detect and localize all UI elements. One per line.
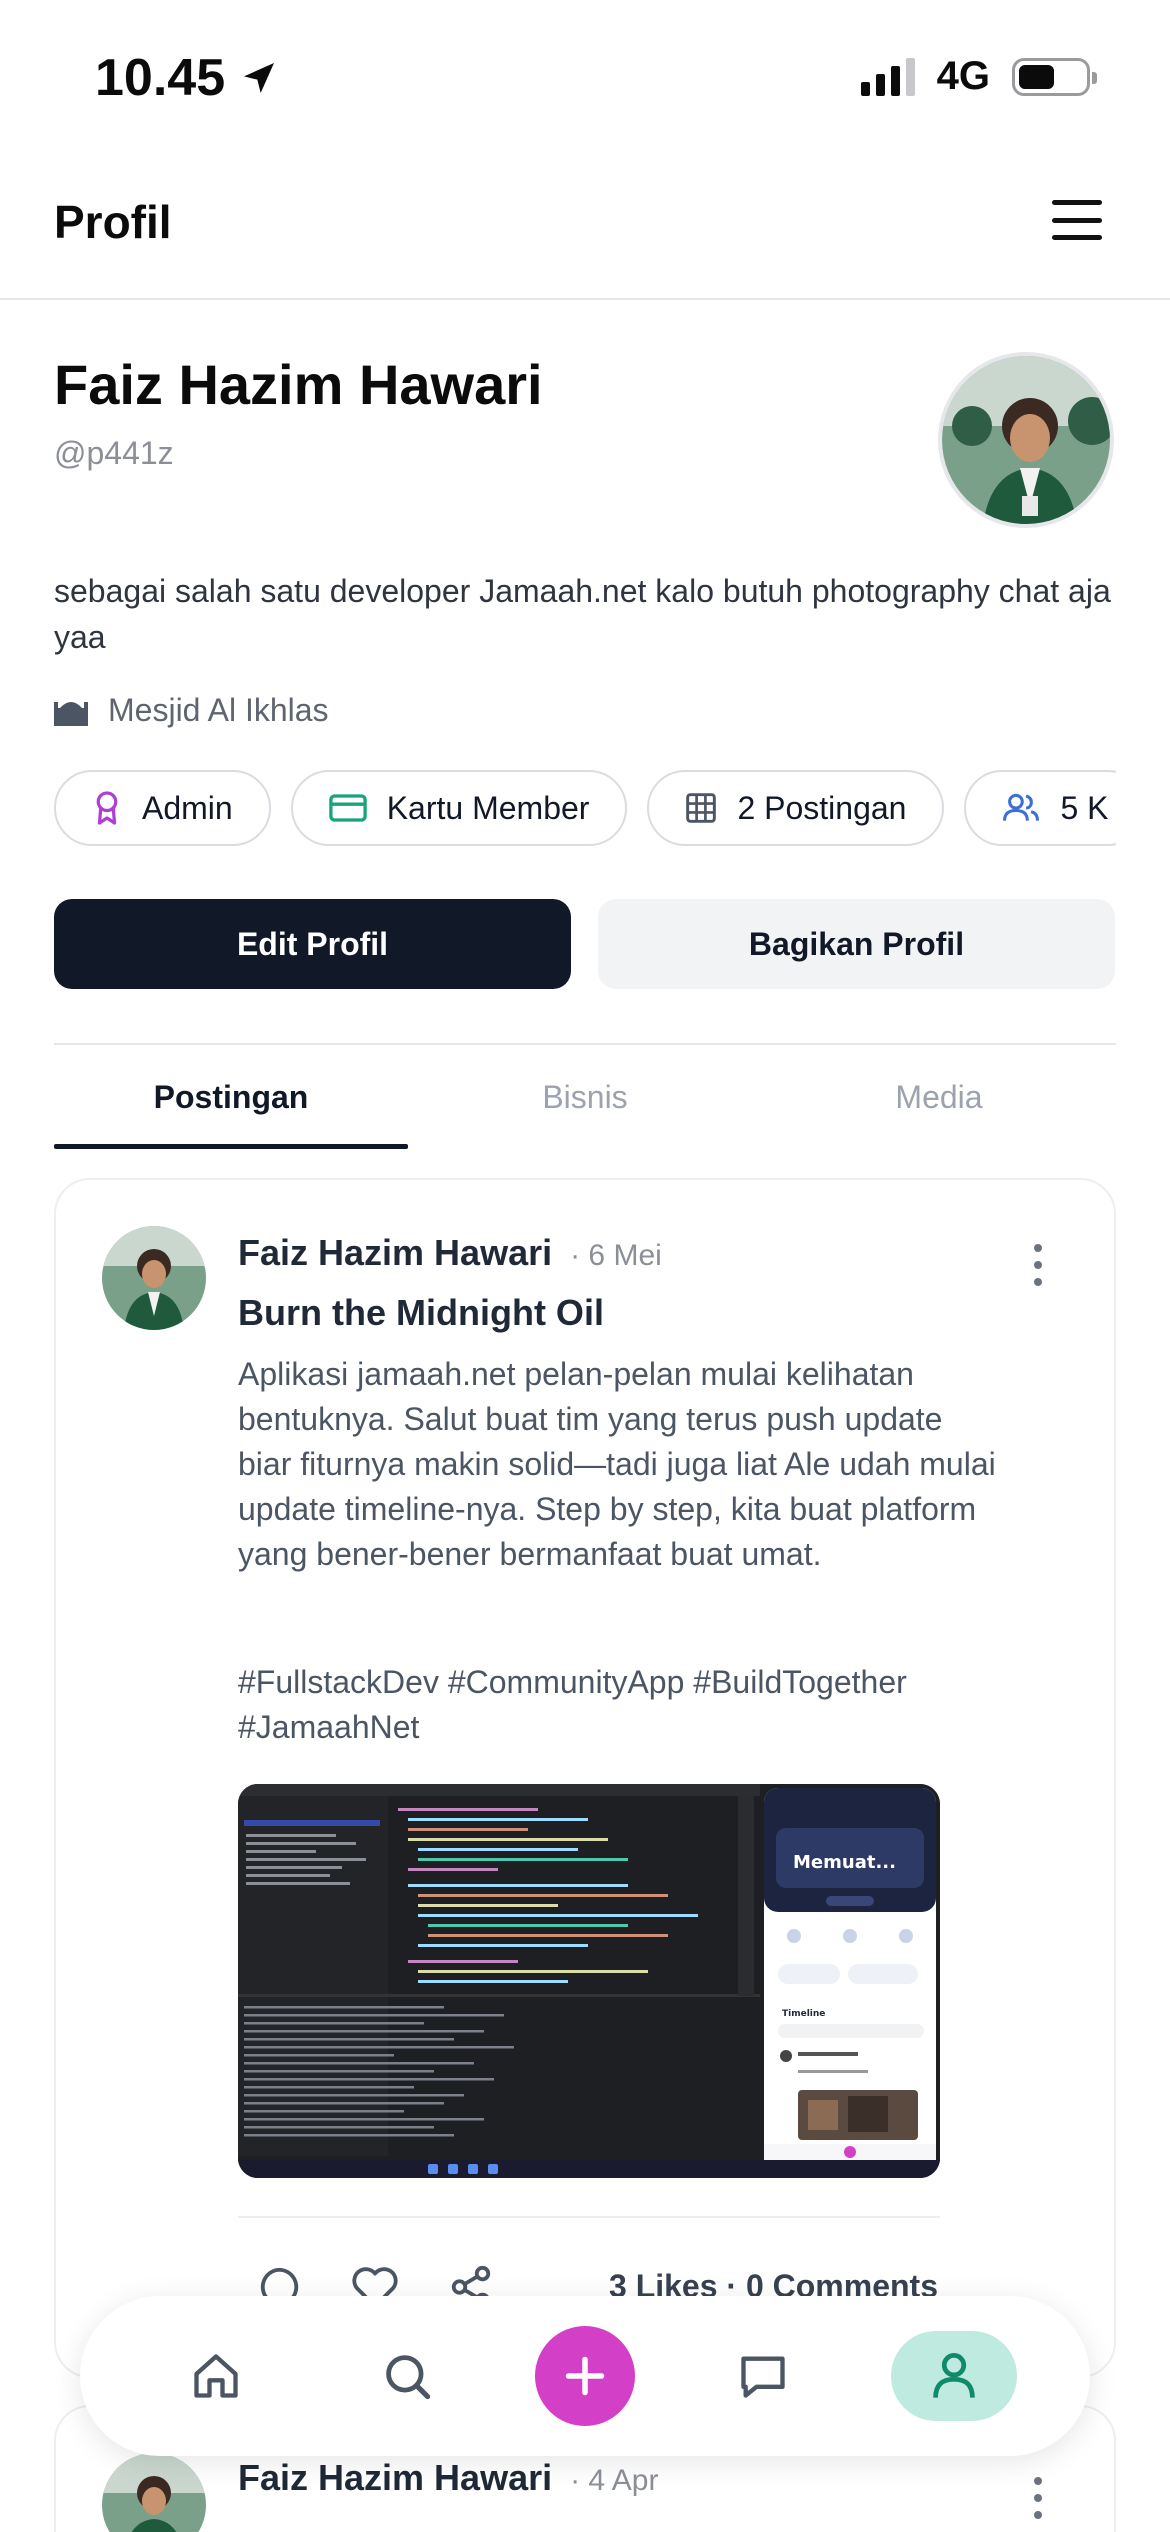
home-icon [193,2354,238,2398]
tab-bisnis[interactable]: Bisnis [408,1045,762,1149]
award-icon [96,791,118,825]
post-header: Faiz Hazim Hawari · 6 Mei [238,1232,662,1274]
avatar[interactable] [938,352,1114,528]
chip-admin-label: Admin [142,789,233,826]
post-author[interactable]: Faiz Hazim Hawari [238,1232,552,1274]
location-label: Mesjid Al Ikhlas [108,692,329,728]
chip-followers-label: 5 K [1060,789,1109,826]
page-title: Profil [54,196,172,248]
location-arrow-icon [244,63,275,93]
post-card[interactable]: Faiz Hazim Hawari · 6 Mei Burn the Midni… [54,1178,1116,2378]
profile-tabs: Postingan Bisnis Media [54,1043,1116,1149]
status-bar: 10.45 4G [0,0,1170,150]
more-options-icon[interactable] [1034,2477,1044,2519]
battery-icon [1012,57,1097,96]
more-options-icon[interactable] [1034,1244,1044,1286]
status-time-text: 10.45 [95,49,226,107]
post-date: · 4 Apr [570,2464,659,2497]
tab-postingan[interactable]: Postingan [54,1045,408,1149]
chip-followers[interactable]: 5 K [964,770,1116,846]
chip-member-label: Kartu Member [386,789,590,826]
nav-search[interactable] [344,2331,470,2421]
top-header: Profil [0,150,1170,300]
profile-chips: Admin Kartu Member 2 Postingan 5 K [54,770,1116,846]
post-hashtags[interactable]: #FullstackDev #CommunityApp #BuildTogeth… [238,1660,998,1750]
chip-member-card[interactable]: Kartu Member [290,770,628,846]
card-icon [328,794,367,822]
chip-posts[interactable]: 2 Postingan [647,770,945,846]
profile-bio: sebagai salah satu developer Jamaah.net … [54,573,1111,655]
post-author-avatar[interactable] [102,2453,206,2532]
menu-icon[interactable] [1052,200,1102,240]
users-icon [1003,793,1040,821]
profile-location: Mesjid Al Ikhlas [54,692,329,729]
grid-icon [686,793,717,823]
chip-admin[interactable]: Admin [54,770,271,846]
plus-icon [565,2356,605,2396]
tab-media[interactable]: Media [762,1045,1116,1149]
status-time: 10.45 [95,48,279,108]
network-label: 4G [936,54,990,98]
nav-chat[interactable] [700,2331,826,2421]
post-image[interactable]: Memuat... Timeline [238,1784,940,2178]
signal-icon [860,57,915,96]
nav-home[interactable] [153,2331,279,2421]
post-divider [238,2216,940,2218]
status-right: 4G [860,54,1097,99]
edit-profile-button[interactable]: Edit Profil [54,899,571,989]
post-header: Faiz Hazim Hawari · 4 Apr [238,2457,658,2499]
search-icon [385,2355,430,2400]
post-author[interactable]: Faiz Hazim Hawari [238,2457,552,2499]
bottom-nav [80,2296,1090,2456]
post-body: Aplikasi jamaah.net pelan-pelan mulai ke… [238,1356,996,1572]
nav-add-button[interactable] [534,2326,635,2426]
phone-preview-section: Timeline [782,2009,825,2019]
chip-posts-label: 2 Postingan [737,789,907,826]
chat-icon [741,2356,785,2398]
post-author-avatar[interactable] [102,1226,206,1330]
profile-section: Faiz Hazim Hawari @p441z sebagai salah s… [54,352,1114,728]
phone-preview-title: Memuat... [793,1852,896,1873]
profile-icon [933,2353,976,2398]
post-title: Burn the Midnight Oil [238,1292,604,1333]
post-date: · 6 Mei [570,1239,662,1272]
nav-profile[interactable] [891,2331,1018,2421]
mosque-icon [54,701,88,726]
share-profile-button[interactable]: Bagikan Profil [598,899,1115,989]
